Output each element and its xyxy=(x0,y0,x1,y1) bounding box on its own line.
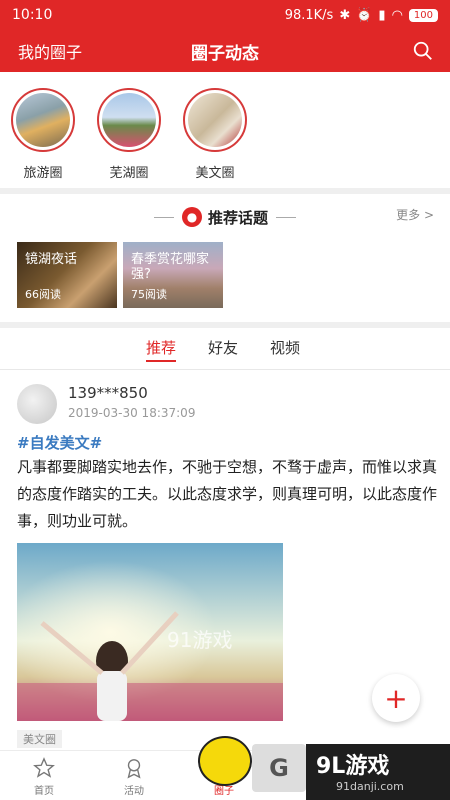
app-logo-icon: G xyxy=(252,744,306,792)
brand-name: 9L游戏 xyxy=(316,754,390,779)
circle-label: 芜湖圈 xyxy=(109,166,149,181)
search-icon[interactable] xyxy=(412,40,434,62)
post-photo-graphic: 91游戏 xyxy=(17,543,283,721)
post-image[interactable]: 91游戏 xyxy=(17,543,283,721)
circle-list: 旅游圈 芜湖圈 美文圈 xyxy=(0,72,450,188)
add-post-button[interactable]: + xyxy=(372,674,420,722)
avatar xyxy=(11,88,75,152)
post-username[interactable]: 139***850 xyxy=(68,384,148,402)
post-time: 2019-03-30 18:37:09 xyxy=(68,406,196,420)
bluetooth-icon: ✱ xyxy=(339,7,351,23)
avatar[interactable] xyxy=(17,384,57,424)
topic-title: 镜湖夜话 xyxy=(25,252,78,267)
brand-badge: 9L游戏 91danji.com xyxy=(306,744,450,800)
topics-title: 推荐话题 xyxy=(207,208,268,227)
circle-label: 美文圈 xyxy=(195,166,235,181)
signal-icon: ▮ xyxy=(378,7,386,23)
star-icon xyxy=(33,757,55,778)
post-topic-tag[interactable]: #自发美文# xyxy=(17,432,102,453)
more-link[interactable]: 更多 > xyxy=(396,206,434,223)
fire-icon: ● xyxy=(181,207,202,227)
network-speed: 98.1K/s xyxy=(284,7,334,23)
alarm-icon: ⏰ xyxy=(356,7,373,23)
watermark-text: 91游戏 xyxy=(167,628,232,652)
circle-item-essay[interactable]: 美文圈 xyxy=(182,88,248,188)
my-circles-link[interactable]: 我的圈子 xyxy=(18,39,82,63)
topic-card[interactable]: 镜湖夜话 66阅读 xyxy=(17,242,117,308)
plus-icon: + xyxy=(384,681,408,715)
topic-title: 春季赏花哪家强? xyxy=(131,252,210,282)
watermark-ad: G 9L游戏 91danji.com xyxy=(198,736,450,800)
tab-friends[interactable]: 好友 xyxy=(208,328,238,370)
topic-card[interactable]: 春季赏花哪家强? 75阅读 xyxy=(123,242,223,308)
wifi-icon: ◠ xyxy=(391,7,403,23)
topics-header: ● 推荐话题 xyxy=(0,204,450,230)
tabbar-label: 首页 xyxy=(34,786,54,797)
status-time: 10:10 xyxy=(12,7,53,23)
page-title: 圈子动态 xyxy=(191,43,259,64)
recommended-topics: ● 推荐话题 更多 > 镜湖夜话 66阅读 春季赏花哪家强? 75阅读 xyxy=(0,194,450,322)
circle-item-wuhu[interactable]: 芜湖圈 xyxy=(96,88,162,188)
divider xyxy=(153,216,174,218)
brand-url: 91danji.com xyxy=(336,780,404,793)
feed-tabs: 推荐 好友 视频 xyxy=(0,328,450,370)
tabbar-activity[interactable]: 活动 xyxy=(104,757,164,797)
tab-videos[interactable]: 视频 xyxy=(270,328,300,370)
divider xyxy=(276,216,296,218)
circle-item-travel[interactable]: 旅游圈 xyxy=(10,88,76,188)
post-body: 凡事都要脚踏实地去作，不驰于空想，不骛于虚声，而惟以求真的态度作踏实的工夫。以此… xyxy=(17,458,438,530)
circle-label: 旅游圈 xyxy=(23,166,63,181)
nav-bar: 我的圈子 圈子动态 xyxy=(0,30,450,72)
post-circle-badge[interactable]: 美文圈 xyxy=(17,730,62,748)
topic-reads: 75阅读 xyxy=(131,288,167,301)
battery-icon: 100 xyxy=(408,8,438,22)
topic-reads: 66阅读 xyxy=(25,288,61,301)
tab-recommended[interactable]: 推荐 xyxy=(146,328,177,370)
avatar xyxy=(97,88,161,152)
status-bar: 10:10 98.1K/s ✱ ⏰ ▮ ◠ 100 xyxy=(0,0,450,30)
tabbar-home[interactable]: 首页 xyxy=(14,757,74,797)
tabbar-label: 活动 xyxy=(124,786,144,797)
chat-bubble-icon xyxy=(198,736,252,786)
award-icon xyxy=(127,759,141,779)
avatar xyxy=(183,88,247,152)
